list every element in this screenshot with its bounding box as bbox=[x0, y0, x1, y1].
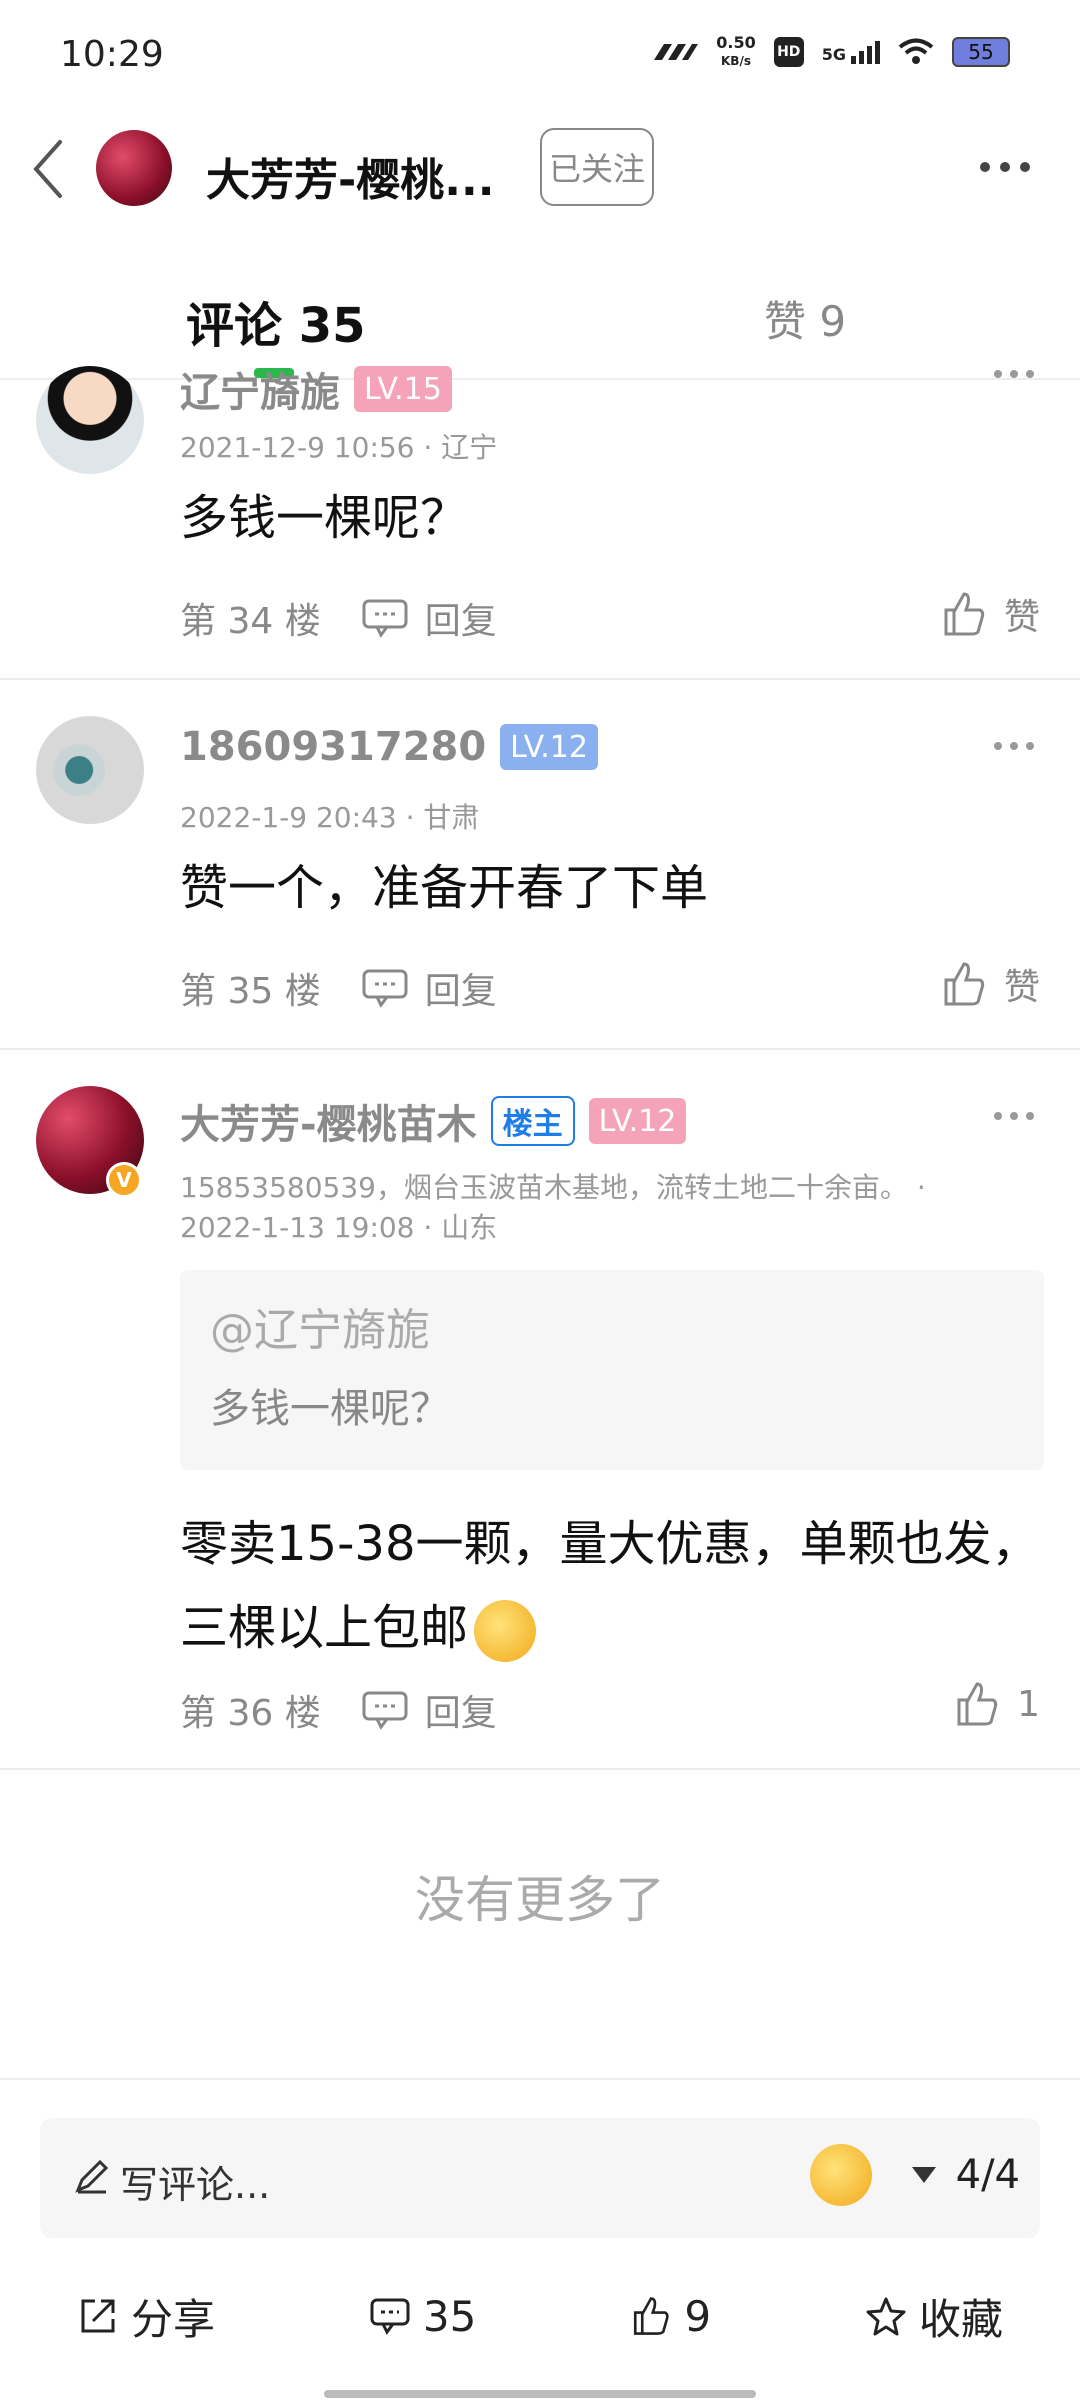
comment-more-icon[interactable] bbox=[994, 370, 1034, 378]
reply-icon bbox=[362, 599, 408, 638]
more-icon[interactable] bbox=[980, 162, 1030, 172]
tab-bar: 评论 35 赞 9 bbox=[0, 230, 1080, 380]
star-icon bbox=[866, 2297, 906, 2336]
comment-input[interactable]: 写评论... 4/4 bbox=[40, 2118, 1040, 2238]
author-avatar[interactable] bbox=[96, 130, 172, 206]
favorite-button[interactable]: 收藏 bbox=[865, 2286, 1003, 2347]
like-button[interactable]: 1 bbox=[953, 1680, 1040, 1728]
emoji-icon bbox=[474, 1600, 537, 1662]
level-badge: LV.12 bbox=[588, 1098, 687, 1144]
like-button[interactable]: 赞 bbox=[940, 958, 1040, 1010]
reply-icon bbox=[362, 969, 408, 1008]
share-button[interactable]: 分享 bbox=[77, 2286, 215, 2347]
battery-icon: 55 bbox=[952, 37, 1010, 67]
owner-badge: 楼主 bbox=[490, 1096, 575, 1146]
comment-icon bbox=[370, 2298, 410, 2335]
comment-item: 辽宁旖旎 LV.15 2021-12-9 10:56 · 辽宁 多钱一棵呢？ 第… bbox=[0, 366, 1080, 680]
bottom-area: 写评论... 4/4 分享 35 9 收藏 bbox=[0, 2078, 1080, 2400]
home-indicator[interactable] bbox=[324, 2390, 756, 2398]
comment-more-icon[interactable] bbox=[994, 1112, 1034, 1120]
bottom-toolbar: 分享 35 9 收藏 bbox=[0, 2276, 1080, 2356]
tab-likes[interactable]: 赞 9 bbox=[764, 288, 846, 349]
no-more-text: 没有更多了 bbox=[415, 1871, 665, 1929]
status-time: 10:29 bbox=[60, 34, 164, 75]
thumbs-up-icon bbox=[944, 592, 985, 636]
comment-placeholder: 写评论... bbox=[120, 2163, 271, 2207]
comment-item: V 大芳芳-樱桃苗木 楼主 LV.12 15853580539，烟台玉波苗木基地… bbox=[0, 1050, 1080, 1770]
status-icons: 0.50 KB/s HD 5G 55 bbox=[650, 34, 1010, 70]
thumbs-up-icon bbox=[944, 962, 985, 1006]
user-name[interactable]: 18609317280 bbox=[180, 724, 486, 770]
page-title[interactable]: 大芳芳-樱桃... bbox=[206, 144, 494, 208]
avatar[interactable] bbox=[36, 716, 144, 824]
level-badge: LV.12 bbox=[500, 724, 598, 770]
reply-button[interactable]: 回复 bbox=[361, 962, 497, 1014]
quoted-user: @辽宁旖旎 bbox=[210, 1305, 430, 1356]
comment-meta: 2021-12-9 10:56 · 辽宁 bbox=[180, 431, 498, 464]
reply-icon bbox=[362, 1691, 408, 1730]
follow-button[interactable]: 已关注 bbox=[540, 128, 654, 206]
floor-number: 第 34 楼 bbox=[180, 601, 321, 642]
comment-more-icon[interactable] bbox=[994, 742, 1034, 750]
verified-badge-icon: V bbox=[106, 1162, 142, 1198]
avatar[interactable] bbox=[36, 366, 144, 474]
pencil-icon bbox=[75, 2159, 109, 2194]
user-name[interactable]: 辽宁旖旎 bbox=[180, 360, 340, 418]
quoted-text: 多钱一棵呢？ bbox=[210, 1386, 450, 1432]
thumbs-up-icon bbox=[634, 2297, 669, 2335]
signal-brand-icon bbox=[654, 44, 699, 60]
floor-number: 第 35 楼 bbox=[180, 971, 321, 1012]
dropdown-icon bbox=[911, 2167, 936, 2183]
like-button[interactable]: 赞 bbox=[940, 588, 1040, 640]
wifi-icon bbox=[898, 38, 934, 64]
comment-list: 辽宁旖旎 LV.15 2021-12-9 10:56 · 辽宁 多钱一棵呢？ 第… bbox=[0, 366, 1080, 1770]
status-bar: 10:29 0.50 KB/s HD 5G 55 bbox=[0, 0, 1080, 110]
comment-content: 零卖15-38一颗，量大优惠，单颗也发，三棵以上包邮 bbox=[180, 1502, 1040, 1670]
comment-meta: 2022-1-9 20:43 · 甘肃 bbox=[180, 801, 480, 834]
reply-button[interactable]: 回复 bbox=[361, 1684, 497, 1736]
level-badge: LV.15 bbox=[354, 366, 452, 412]
comment-item: 18609317280 LV.12 2022-1-9 20:43 · 甘肃 赞一… bbox=[0, 680, 1080, 1050]
reply-button[interactable]: 回复 bbox=[361, 592, 497, 644]
comments-button[interactable]: 35 bbox=[369, 2292, 476, 2341]
floor-number: 第 36 楼 bbox=[180, 1693, 321, 1734]
net-speed: 0.50 KB/s bbox=[716, 33, 756, 69]
page-indicator[interactable]: 4/4 bbox=[911, 2152, 1020, 2198]
share-icon bbox=[81, 2299, 115, 2333]
hd-icon: HD bbox=[773, 37, 804, 67]
back-icon[interactable] bbox=[28, 134, 68, 204]
header: 大芳芳-樱桃... 已关注 bbox=[0, 110, 1080, 230]
emoji-icon[interactable] bbox=[810, 2144, 872, 2206]
user-name[interactable]: 大芳芳-樱桃苗木 bbox=[180, 1092, 477, 1150]
comment-meta: 15853580539，烟台玉波苗木基地，流转土地二十余亩。 · 2022-1-… bbox=[180, 1171, 926, 1244]
comment-content: 赞一个，准备开春了下单 bbox=[180, 860, 709, 916]
cellular-5g-icon: 5G bbox=[822, 40, 880, 64]
tab-comments[interactable]: 评论 35 bbox=[186, 286, 366, 356]
quoted-comment[interactable]: @辽宁旖旎 多钱一棵呢？ bbox=[180, 1270, 1044, 1470]
comment-content: 多钱一棵呢？ bbox=[180, 490, 469, 546]
thumbs-up-icon bbox=[957, 1682, 998, 1726]
like-post-button[interactable]: 9 bbox=[630, 2292, 711, 2341]
